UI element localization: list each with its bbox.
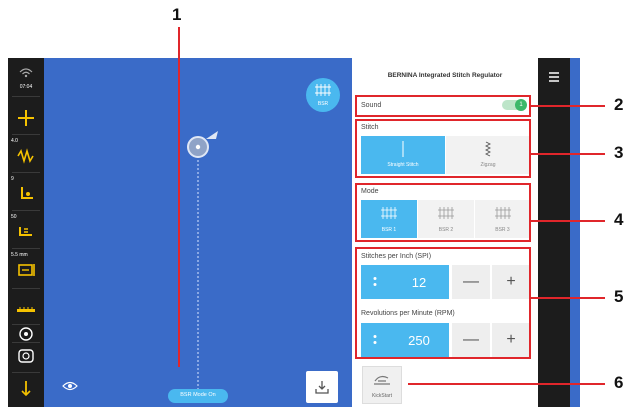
stitch-length-value: 5.5 mm: [11, 252, 28, 258]
presser-foot-icon: [21, 187, 33, 199]
bsr-icon: [315, 84, 331, 96]
needle-position-icon: [18, 110, 34, 126]
toolbar-stitch-length[interactable]: 5.5 mm: [8, 250, 44, 290]
right-edge-strip: [570, 58, 580, 407]
callout-line-3: [531, 153, 605, 155]
download-icon: [315, 381, 329, 394]
target-icon: [19, 327, 33, 341]
left-toolbar: 07:04 4.0 9 50 5.5 mm: [8, 58, 44, 407]
stitch-width-value: 4.0: [11, 138, 18, 144]
toolbar-presser-foot[interactable]: 9: [8, 174, 44, 214]
menu-button[interactable]: [547, 70, 561, 82]
callout-line-2: [531, 105, 605, 107]
callout-line-1: [178, 27, 180, 367]
menu-icon: [549, 72, 559, 82]
bsr-mode-button[interactable]: BSR Mode On: [168, 389, 228, 403]
callout-number-3: 3: [614, 143, 624, 162]
callout-line-5: [531, 297, 605, 299]
highlight-mode: [355, 183, 531, 242]
download-button[interactable]: [306, 371, 338, 403]
callout-number-2: 2: [614, 95, 624, 114]
toolbar-needle[interactable]: [8, 374, 44, 414]
highlight-spi-rpm: [355, 247, 531, 359]
toolbar-time: 07:04: [19, 84, 33, 90]
right-toolbar: [538, 58, 570, 407]
stitch-length-icon: [18, 264, 35, 276]
bsr-mode-label: BSR Mode On: [180, 392, 216, 398]
bobbin-icon: [18, 349, 34, 363]
feed-dog-icon: [19, 227, 32, 236]
bsr-label: BSR: [317, 101, 329, 107]
eye-icon[interactable]: [62, 381, 78, 391]
callout-line-4: [531, 220, 605, 222]
callout-number-6: 6: [614, 373, 624, 392]
needle-icon: [21, 381, 31, 396]
callout-number-4: 4: [614, 210, 624, 229]
presser-foot-value: 9: [11, 176, 14, 182]
highlight-stitch: [355, 119, 531, 178]
feed-dog-value: 50: [11, 214, 17, 220]
stitch-path: [197, 148, 199, 403]
callout-number-5: 5: [614, 287, 624, 306]
kickstart-label: KickStart: [371, 393, 392, 399]
panel-title: BERNINA Integrated Stitch Regulator: [387, 72, 503, 79]
needle-marker[interactable]: [186, 131, 218, 158]
highlight-sound: [355, 95, 531, 117]
callout-line-6: [408, 383, 605, 385]
callout-number-1: 1: [172, 5, 182, 24]
toolbar-feed-dog[interactable]: 50: [8, 212, 44, 252]
kickstart-button[interactable]: KickStart: [362, 366, 402, 404]
toolbar-stitch-width[interactable]: 4.0: [8, 136, 44, 176]
stitch-canvas[interactable]: BSR BSR Mode On: [44, 58, 352, 407]
toolbar-needle-position[interactable]: [8, 98, 44, 138]
wifi-icon: [19, 68, 33, 78]
kickstart-icon: [374, 375, 390, 385]
toolbar-wifi-time: 07:04: [8, 60, 44, 100]
needle-marker-icon: [187, 131, 218, 158]
bsr-indicator[interactable]: BSR: [306, 78, 340, 112]
stitch-width-icon: [17, 148, 34, 164]
